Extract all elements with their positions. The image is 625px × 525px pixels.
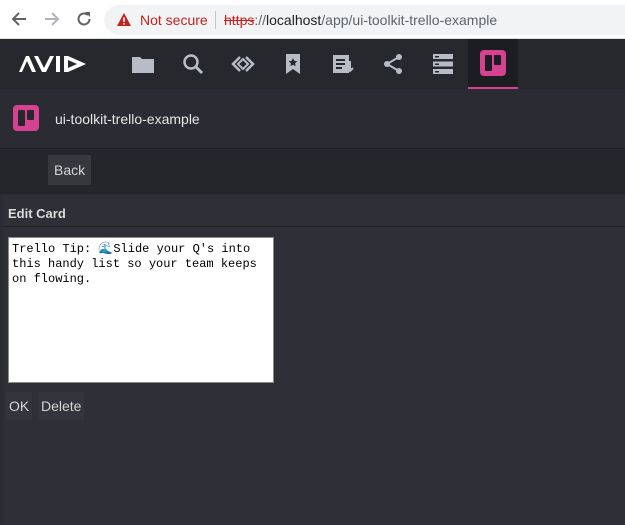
page-header: ui-toolkit-trello-example xyxy=(0,89,625,149)
back-arrow-icon[interactable] xyxy=(9,9,29,29)
ok-button[interactable]: OK xyxy=(6,392,33,420)
trello-icon[interactable] xyxy=(468,39,518,89)
url-scheme: https xyxy=(224,12,255,28)
edit-card-heading: Edit Card xyxy=(8,206,66,221)
reload-icon[interactable] xyxy=(74,9,94,29)
edit-card-panel: Edit Card Trello Tip: 🌊Slide your Q's in… xyxy=(3,195,625,525)
url-path: /app/ui-toolkit-trello-example xyxy=(321,12,498,28)
bookmark-icon[interactable] xyxy=(268,39,318,89)
trello-logo-icon xyxy=(13,105,39,131)
link-icon[interactable] xyxy=(218,39,268,89)
server-icon[interactable] xyxy=(418,39,468,89)
url-divider xyxy=(215,11,216,29)
nav-row: Back xyxy=(0,150,625,194)
warning-icon xyxy=(116,12,132,33)
browser-bar: Not secure https://localhost/app/ui-tool… xyxy=(0,0,625,39)
page-title: ui-toolkit-trello-example xyxy=(55,111,200,127)
search-icon[interactable] xyxy=(168,39,218,89)
card-text-input[interactable]: Trello Tip: 🌊Slide your Q's into this ha… xyxy=(8,237,274,383)
delete-button[interactable]: Delete xyxy=(38,392,85,420)
url-separator: :// xyxy=(254,12,267,28)
address-bar[interactable]: Not secure https://localhost/app/ui-tool… xyxy=(104,5,625,35)
folder-icon[interactable] xyxy=(118,39,168,89)
share-icon[interactable] xyxy=(368,39,418,89)
forward-arrow-icon[interactable] xyxy=(42,9,62,29)
avid-logo[interactable] xyxy=(18,55,88,78)
url-text[interactable]: https://localhost/app/ui-toolkit-trello-… xyxy=(224,12,497,28)
security-status[interactable]: Not secure xyxy=(140,12,208,28)
app-toolbar xyxy=(0,39,625,89)
back-button[interactable]: Back xyxy=(48,155,92,185)
url-host: localhost xyxy=(266,12,322,28)
divider xyxy=(3,226,625,227)
download-list-icon[interactable] xyxy=(318,39,368,89)
